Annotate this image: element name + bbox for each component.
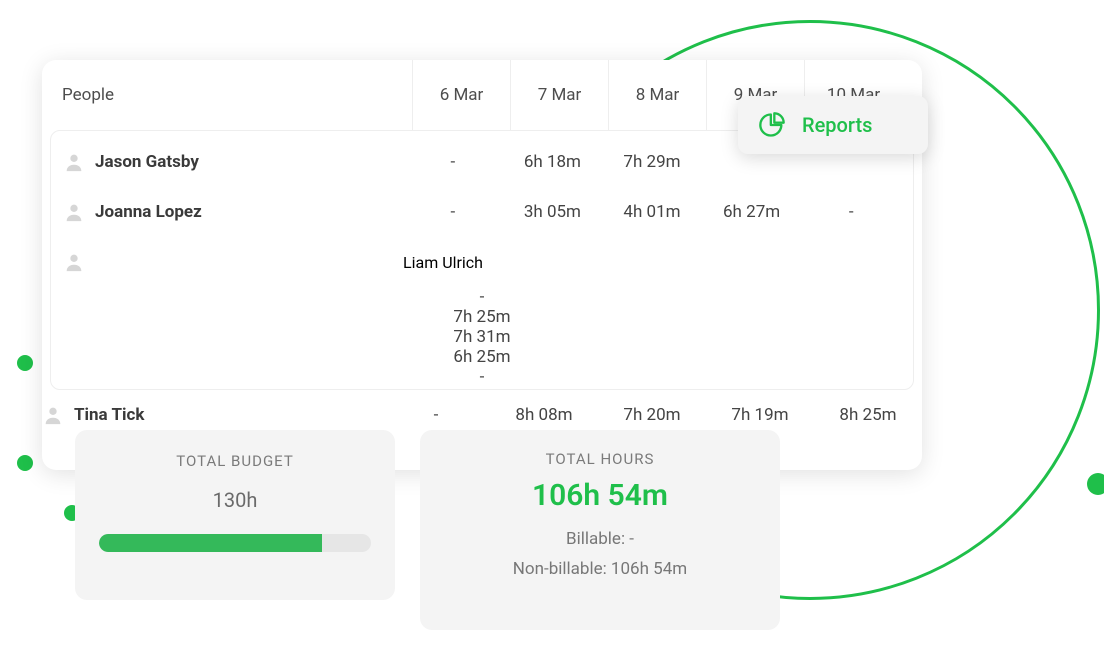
time-cell: 3h 05m bbox=[503, 202, 603, 222]
person-name-cell: Joanna Lopez bbox=[63, 201, 403, 223]
column-header-people: People bbox=[62, 85, 412, 105]
time-cell: 8h 25m bbox=[814, 405, 922, 425]
budget-title: TOTAL BUDGET bbox=[99, 452, 371, 470]
decorative-dot bbox=[17, 455, 33, 471]
avatar-icon bbox=[42, 404, 64, 426]
pie-chart-icon bbox=[758, 111, 786, 139]
timesheet-body: Jason Gatsby - 6h 18m 7h 29m Joanna Lope… bbox=[50, 130, 914, 390]
time-cell: - bbox=[63, 367, 901, 387]
budget-value: 130h bbox=[99, 488, 371, 512]
person-name: Liam Ulrich bbox=[403, 253, 483, 272]
budget-progress bbox=[99, 534, 371, 552]
time-cell: - bbox=[63, 287, 901, 307]
total-hours-card: TOTAL HOURS 106h 54m Billable: - Non-bil… bbox=[420, 430, 780, 630]
table-row[interactable]: Liam Ulrich bbox=[63, 237, 901, 287]
column-header-day: 7 Mar bbox=[510, 60, 608, 130]
person-name: Jason Gatsby bbox=[95, 152, 199, 172]
time-cell: 6h 18m bbox=[503, 152, 603, 172]
reports-label: Reports bbox=[802, 113, 872, 137]
budget-progress-fill bbox=[99, 534, 322, 552]
time-cell: 7h 19m bbox=[706, 405, 814, 425]
hours-nonbillable: Non-billable: 106h 54m bbox=[444, 559, 756, 579]
time-cell: - bbox=[382, 405, 490, 425]
time-cell: 7h 29m bbox=[602, 152, 702, 172]
person-name-cell bbox=[63, 251, 403, 273]
hours-title: TOTAL HOURS bbox=[444, 450, 756, 468]
table-row[interactable]: Joanna Lopez - 3h 05m 4h 01m 6h 27m - bbox=[63, 187, 901, 237]
time-cell: 4h 01m bbox=[602, 202, 702, 222]
column-header-day: 6 Mar bbox=[412, 60, 510, 130]
time-cell: 7h 31m bbox=[63, 327, 901, 347]
person-name-cell: Tina Tick bbox=[42, 404, 382, 426]
time-cell: 6h 27m bbox=[702, 202, 802, 222]
total-budget-card: TOTAL BUDGET 130h bbox=[75, 430, 395, 600]
person-name: Joanna Lopez bbox=[95, 202, 202, 222]
time-cell: 7h 25m bbox=[63, 307, 901, 327]
person-name: Tina Tick bbox=[74, 405, 144, 425]
hours-billable: Billable: - bbox=[444, 529, 756, 549]
reports-button[interactable]: Reports bbox=[738, 96, 928, 154]
avatar-icon bbox=[63, 251, 85, 273]
avatar-icon bbox=[63, 151, 85, 173]
avatar-icon bbox=[63, 201, 85, 223]
time-cell: 8h 08m bbox=[490, 405, 598, 425]
time-cell: 7h 20m bbox=[598, 405, 706, 425]
time-cell: 6h 25m bbox=[63, 347, 901, 367]
person-name-cell: Jason Gatsby bbox=[63, 151, 403, 173]
decorative-dot bbox=[17, 355, 33, 371]
time-cell: - bbox=[403, 202, 503, 222]
column-header-day: 8 Mar bbox=[608, 60, 706, 130]
time-cell: - bbox=[403, 152, 503, 172]
hours-total: 106h 54m bbox=[444, 478, 756, 513]
time-cell: - bbox=[801, 202, 901, 222]
